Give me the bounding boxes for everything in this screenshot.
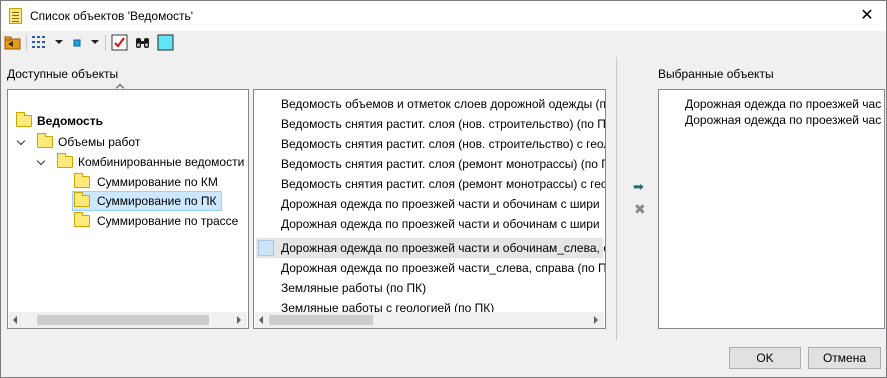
tree-node-label: Объемы работ	[58, 135, 141, 149]
tree-node-label: Суммирование по КМ	[97, 175, 218, 189]
panel-splitter[interactable]	[616, 57, 617, 340]
close-button[interactable]: ✕	[851, 4, 883, 28]
binoculars-button[interactable]	[134, 34, 152, 52]
scroll-left-icon[interactable]	[259, 316, 263, 324]
list-item[interactable]: Ведомость снятия растит. слоя (ремонт мо…	[281, 154, 605, 174]
list-item[interactable]: Ведомость объемов и отметок слоев дорожн…	[281, 94, 605, 114]
toolbar-separator	[26, 35, 27, 51]
chevron-down-icon[interactable]	[36, 156, 46, 166]
square-icon	[73, 39, 81, 47]
scroll-right-icon[interactable]	[594, 316, 598, 324]
list-item[interactable]: Дорожная одежда по проезжей части и обоч…	[281, 214, 600, 234]
tree-view-dropdown-icon[interactable]	[55, 40, 63, 44]
title-bar: Список объектов 'Ведомость' ✕	[1, 1, 886, 31]
list-item[interactable]: Дорожная одежда по проезжей части и обоч…	[281, 238, 605, 258]
back-folder-button[interactable]	[4, 34, 22, 52]
tree-view-button[interactable]	[31, 34, 49, 52]
color-box-button[interactable]	[157, 34, 175, 52]
scroll-right-icon[interactable]	[237, 316, 241, 324]
folder-icon	[74, 192, 90, 207]
tree-node-label: Суммирование по ПК	[97, 194, 217, 208]
folder-icon	[57, 153, 73, 168]
scroll-thumb[interactable]	[37, 315, 209, 325]
remove-button[interactable]: ✖	[634, 201, 646, 218]
scroll-thumb[interactable]	[269, 315, 373, 325]
folder-icon	[74, 173, 90, 188]
square-dropdown-icon[interactable]	[91, 40, 99, 44]
checklist-button[interactable]	[111, 34, 129, 52]
back-folder-icon	[4, 36, 21, 50]
list-horizontal-scrollbar[interactable]	[255, 312, 604, 328]
color-box-icon	[157, 34, 174, 51]
tree-view-icon	[32, 36, 45, 48]
list-item[interactable]: Дорожная одежда по проезжей части_слева,…	[281, 258, 605, 278]
list-item[interactable]: Ведомость снятия растит. слоя (нов. стро…	[281, 134, 605, 154]
tree-horizontal-scrollbar[interactable]	[9, 312, 247, 328]
folder-icon	[74, 212, 90, 227]
checklist-icon	[111, 34, 128, 51]
ok-button[interactable]: OK	[729, 347, 801, 369]
binoculars-icon	[136, 38, 149, 48]
list-item[interactable]: Ведомость снятия растит. слоя (ремонт мо…	[281, 174, 605, 194]
selection-marker-icon	[258, 240, 274, 256]
dialog-window: Список объектов 'Ведомость' ✕ Доступные …	[0, 0, 887, 378]
toolbar	[1, 31, 886, 55]
available-objects-label: Доступные объекты	[7, 67, 119, 81]
tree-node-label: Суммирование по трассе	[97, 214, 239, 228]
add-button[interactable]: ➡	[633, 179, 644, 195]
list-item[interactable]: Земляные работы (по ПК)	[281, 278, 426, 298]
object-list[interactable]: Ведомость объемов и отметок слоев дорожн…	[253, 89, 606, 329]
document-icon	[9, 8, 22, 24]
list-item[interactable]: Дорожная одежда по проезжей час	[685, 110, 881, 130]
folder-icon	[37, 133, 53, 148]
scroll-left-icon[interactable]	[13, 316, 17, 324]
square-button[interactable]	[71, 34, 85, 52]
object-tree[interactable]: Ведомость Объемы работ Комбинированные в…	[7, 89, 249, 329]
window-title: Список объектов 'Ведомость'	[30, 9, 194, 23]
list-item[interactable]: Дорожная одежда по проезжей части и обоч…	[281, 194, 600, 214]
chevron-down-icon[interactable]	[16, 136, 26, 146]
folder-icon	[16, 112, 32, 127]
selected-list[interactable]: Дорожная одежда по проезжей час Дорожная…	[658, 89, 885, 329]
list-item[interactable]: Ведомость снятия растит. слоя (нов. стро…	[281, 114, 605, 134]
toolbar-separator	[105, 35, 106, 51]
selected-objects-label: Выбранные объекты	[658, 67, 774, 81]
tree-node-label: Ведомость	[37, 114, 103, 128]
tree-node-label: Комбинированные ведомости	[78, 155, 245, 169]
cancel-button[interactable]: Отмена	[808, 347, 881, 369]
